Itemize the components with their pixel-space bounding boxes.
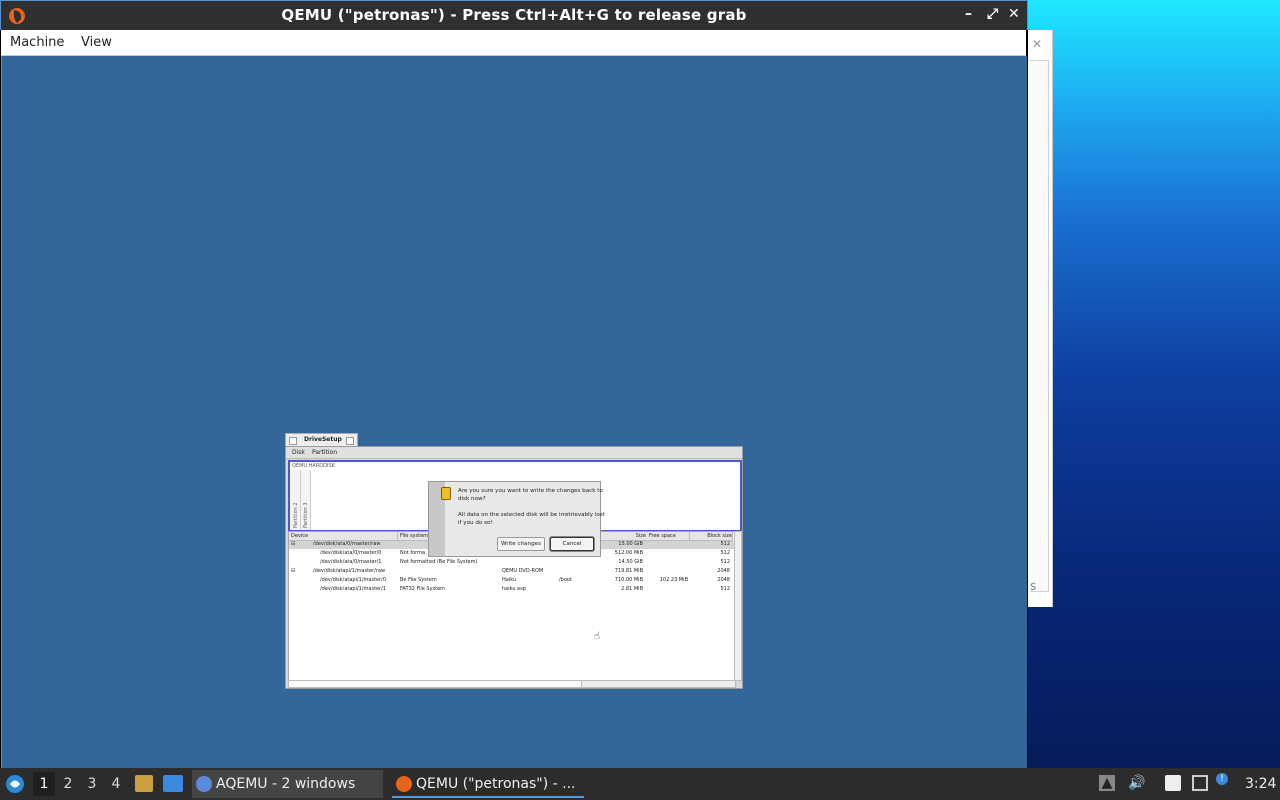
partition-3-label: Partition 3 bbox=[303, 502, 309, 528]
disk-label: QEMU HARDDISK bbox=[292, 463, 335, 469]
cell-free: 102.23 MiB bbox=[659, 577, 688, 583]
cell-device: /dev/disk/ata/0/master/1 bbox=[320, 559, 382, 565]
volume-icon[interactable]: 🔊 bbox=[1128, 775, 1145, 791]
cell-size: 710.00 MiB bbox=[614, 577, 643, 583]
cell-size: 2.81 MiB bbox=[621, 586, 643, 592]
maximize-icon[interactable]: ⤢ bbox=[987, 6, 998, 22]
cell-mount: /boot bbox=[559, 577, 572, 583]
alert-line-4: if you do so! bbox=[458, 520, 493, 526]
cell-block: 512 bbox=[720, 550, 730, 556]
network-icon[interactable] bbox=[1192, 775, 1208, 791]
notification-icon[interactable]: ! bbox=[1216, 773, 1228, 785]
clipboard-icon[interactable] bbox=[1165, 775, 1181, 791]
cell-device: /dev/disk/atapi/1/master/1 bbox=[320, 586, 387, 592]
cell-name: QEMU DVD-ROM bbox=[502, 568, 544, 574]
warning-icon bbox=[441, 487, 451, 500]
workspace-2[interactable]: 2 bbox=[57, 772, 79, 796]
workspace-4[interactable]: 4 bbox=[105, 772, 127, 796]
cell-fs: Be File System bbox=[400, 577, 437, 583]
cell-device: /dev/disk/atapi/1/master/0 bbox=[320, 577, 387, 583]
partition-3-segment[interactable]: Partition 3 bbox=[301, 470, 311, 530]
drivesetup-zoom-icon[interactable] bbox=[346, 437, 354, 445]
cell-size: 14.50 GiB bbox=[618, 559, 643, 565]
start-menu-icon[interactable] bbox=[5, 774, 25, 794]
drivesetup-close-icon[interactable] bbox=[289, 437, 297, 445]
cell-name: Haiku bbox=[502, 577, 517, 583]
ds-menu-partition[interactable]: Partition bbox=[312, 449, 337, 456]
close-icon[interactable]: ✕ bbox=[1008, 6, 1020, 22]
col-free-space[interactable]: Free space bbox=[647, 532, 690, 541]
minimize-icon[interactable]: – bbox=[965, 6, 972, 22]
hscroll-thumb[interactable] bbox=[289, 681, 582, 687]
alert-line-1: Are you sure you want to write the chang… bbox=[458, 488, 603, 494]
alert-line-3: All data on the selected disk will be ir… bbox=[458, 512, 605, 518]
mouse-cursor-icon: ☝ bbox=[594, 631, 601, 642]
menu-view[interactable]: View bbox=[81, 35, 112, 50]
partition-2-segment[interactable]: Partition 2 bbox=[290, 470, 301, 530]
workspace-1[interactable]: 1 bbox=[33, 772, 55, 796]
qemu-task-icon bbox=[396, 776, 412, 792]
taskbar: 1 2 3 4 AQEMU - 2 windows QEMU ("petrona… bbox=[0, 768, 1280, 800]
task-qemu[interactable]: QEMU ("petronas") - ... bbox=[392, 770, 584, 798]
expand-toggle-icon[interactable]: ⊟ bbox=[291, 568, 295, 575]
cancel-button[interactable]: Cancel bbox=[550, 537, 594, 551]
col-block-size[interactable]: Block size bbox=[690, 532, 733, 541]
cell-device: /dev/disk/ata/0/master/raw bbox=[313, 541, 381, 547]
confirm-alert: Are you sure you want to write the chang… bbox=[428, 481, 605, 557]
qemu-titlebar[interactable]: QEMU ("petronas") - Press Ctrl+Alt+G to … bbox=[0, 0, 1028, 30]
aqemu-icon bbox=[196, 776, 212, 792]
task-aqemu-label: AQEMU - 2 windows bbox=[216, 776, 356, 792]
cell-block: 512 bbox=[720, 586, 730, 592]
write-changes-button[interactable]: Write changes bbox=[497, 537, 545, 551]
horizontal-scrollbar[interactable] bbox=[288, 680, 736, 688]
qemu-menubar: Machine View bbox=[1, 30, 1026, 56]
partition-2-label: Partition 2 bbox=[293, 502, 299, 528]
col-device[interactable]: Device bbox=[289, 532, 398, 541]
ds-menu-disk[interactable]: Disk bbox=[292, 449, 305, 456]
qemu-window-title: QEMU ("petronas") - Press Ctrl+Alt+G to … bbox=[281, 6, 747, 24]
cell-block: 2048 bbox=[717, 577, 730, 583]
workspace-3[interactable]: 3 bbox=[81, 772, 103, 796]
cell-block: 2048 bbox=[717, 568, 730, 574]
cell-size: 15.00 GiB bbox=[618, 541, 643, 547]
background-window[interactable]: ✕ s bbox=[1026, 30, 1053, 607]
background-window-panel bbox=[1030, 60, 1049, 592]
col-size[interactable]: Size bbox=[604, 532, 649, 541]
file-manager-icon[interactable] bbox=[135, 775, 153, 792]
cell-block: 512 bbox=[720, 559, 730, 565]
cell-size: 719.81 MiB bbox=[614, 568, 643, 574]
cell-device: /dev/disk/ata/0/master/0 bbox=[320, 550, 382, 556]
clock[interactable]: 3:24 bbox=[1245, 768, 1276, 800]
cell-fs: Not forma bbox=[400, 550, 426, 556]
eject-icon[interactable]: ▲ bbox=[1099, 775, 1115, 791]
cell-fs: Not formatted (Be File System) bbox=[400, 559, 478, 565]
cell-size: 512.00 MiB bbox=[614, 550, 643, 556]
background-window-close-icon[interactable]: ✕ bbox=[1032, 37, 1042, 51]
drivesetup-menubar: Disk Partition bbox=[286, 447, 742, 459]
cell-fs: FAT32 File System bbox=[400, 586, 446, 592]
menu-machine[interactable]: Machine bbox=[10, 35, 64, 50]
cell-name: haiku esp bbox=[502, 586, 526, 592]
cell-device: /dev/disk/atapi/1/master/raw bbox=[313, 568, 386, 574]
show-desktop-icon[interactable] bbox=[163, 775, 183, 792]
alert-line-2: disk now? bbox=[458, 496, 486, 502]
task-qemu-label: QEMU ("petronas") - ... bbox=[416, 776, 576, 792]
expand-toggle-icon[interactable]: ⊟ bbox=[291, 541, 295, 548]
drivesetup-title: DriveSetup bbox=[304, 436, 342, 443]
background-window-text: s bbox=[1030, 579, 1037, 593]
task-aqemu[interactable]: AQEMU - 2 windows bbox=[192, 770, 383, 798]
vertical-scrollbar[interactable] bbox=[734, 531, 742, 681]
cell-block: 512 bbox=[720, 541, 730, 547]
